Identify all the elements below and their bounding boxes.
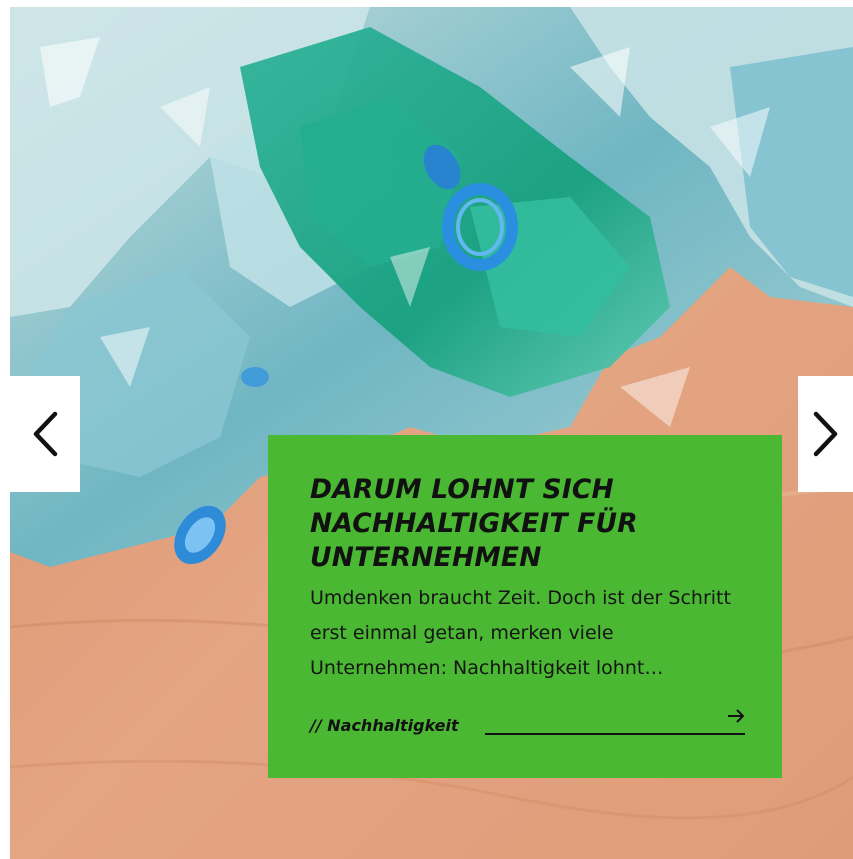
article-excerpt: Umdenken braucht Zeit. Doch ist der Schr… <box>310 587 731 679</box>
arrow-right-icon <box>728 709 745 723</box>
article-card[interactable]: DARUM LOHNT SICH NACHHALTIGKEIT FÜR UNTE… <box>268 435 782 778</box>
read-more-line <box>484 733 745 735</box>
chevron-right-icon <box>813 411 837 457</box>
chevron-left-icon <box>33 411 58 457</box>
article-title[interactable]: DARUM LOHNT SICH NACHHALTIGKEIT FÜR UNTE… <box>310 473 742 575</box>
article-footer: // Nachhaltigkeit <box>310 709 745 737</box>
next-slide-button[interactable] <box>798 376 853 492</box>
article-slider: DARUM LOHNT SICH NACHHALTIGKEIT FÜR UNTE… <box>0 0 853 859</box>
read-more-link[interactable] <box>484 709 745 737</box>
prev-slide-button[interactable] <box>10 376 80 492</box>
article-category[interactable]: // Nachhaltigkeit <box>310 716 459 735</box>
